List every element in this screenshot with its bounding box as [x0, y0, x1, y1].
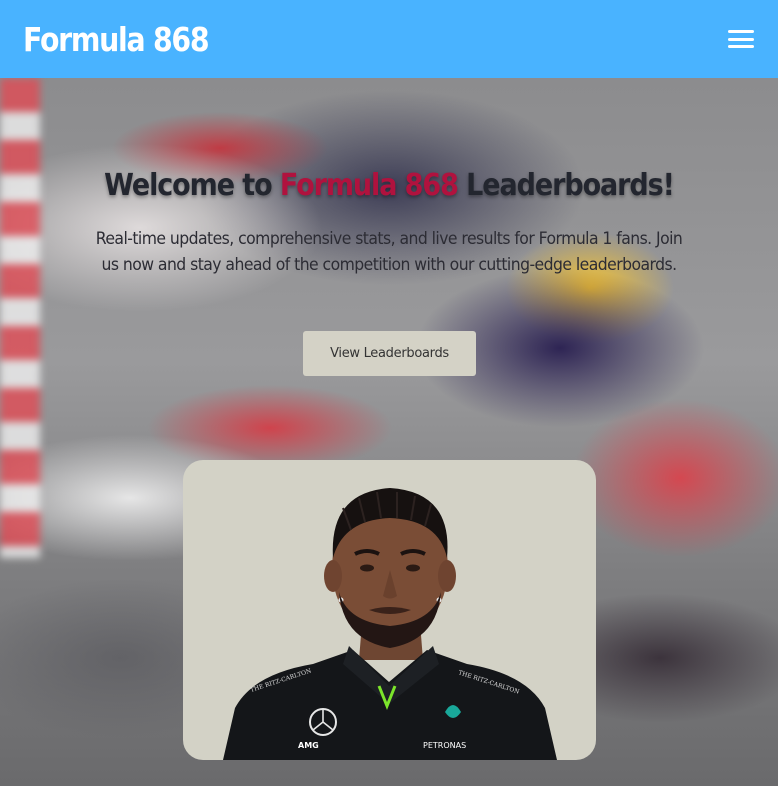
hero-subtitle: Real-time updates, comprehensive stats, … [95, 229, 683, 275]
hero-title-prefix: Welcome to [104, 168, 280, 203]
menu-bar-line [728, 30, 754, 33]
hero-background-image [0, 78, 40, 558]
hero-section: Welcome to Formula 868 Leaderboards! Rea… [0, 78, 778, 786]
menu-bar-line [728, 37, 754, 41]
suit-logo-text: PETRONAS [423, 741, 466, 750]
hero-title-accent: Formula 868 [279, 168, 459, 203]
driver-portrait-image: PETRONAS AMG THE RITZ-CARLTON THE RITZ-C… [223, 488, 557, 760]
driver-portrait-card: PETRONAS AMG THE RITZ-CARLTON THE RITZ-C… [183, 460, 596, 760]
hero-title: Welcome to Formula 868 Leaderboards! [39, 168, 739, 203]
top-navbar: Formula 868 [0, 0, 778, 78]
hamburger-menu-icon[interactable] [726, 27, 756, 51]
brand-logo-link[interactable]: Formula 868 [23, 20, 210, 59]
view-leaderboards-button[interactable]: View Leaderboards [303, 331, 476, 376]
hero-title-suffix: Leaderboards! [457, 168, 675, 203]
suit-logo-text: AMG [298, 741, 319, 750]
menu-bar-line [728, 45, 754, 48]
